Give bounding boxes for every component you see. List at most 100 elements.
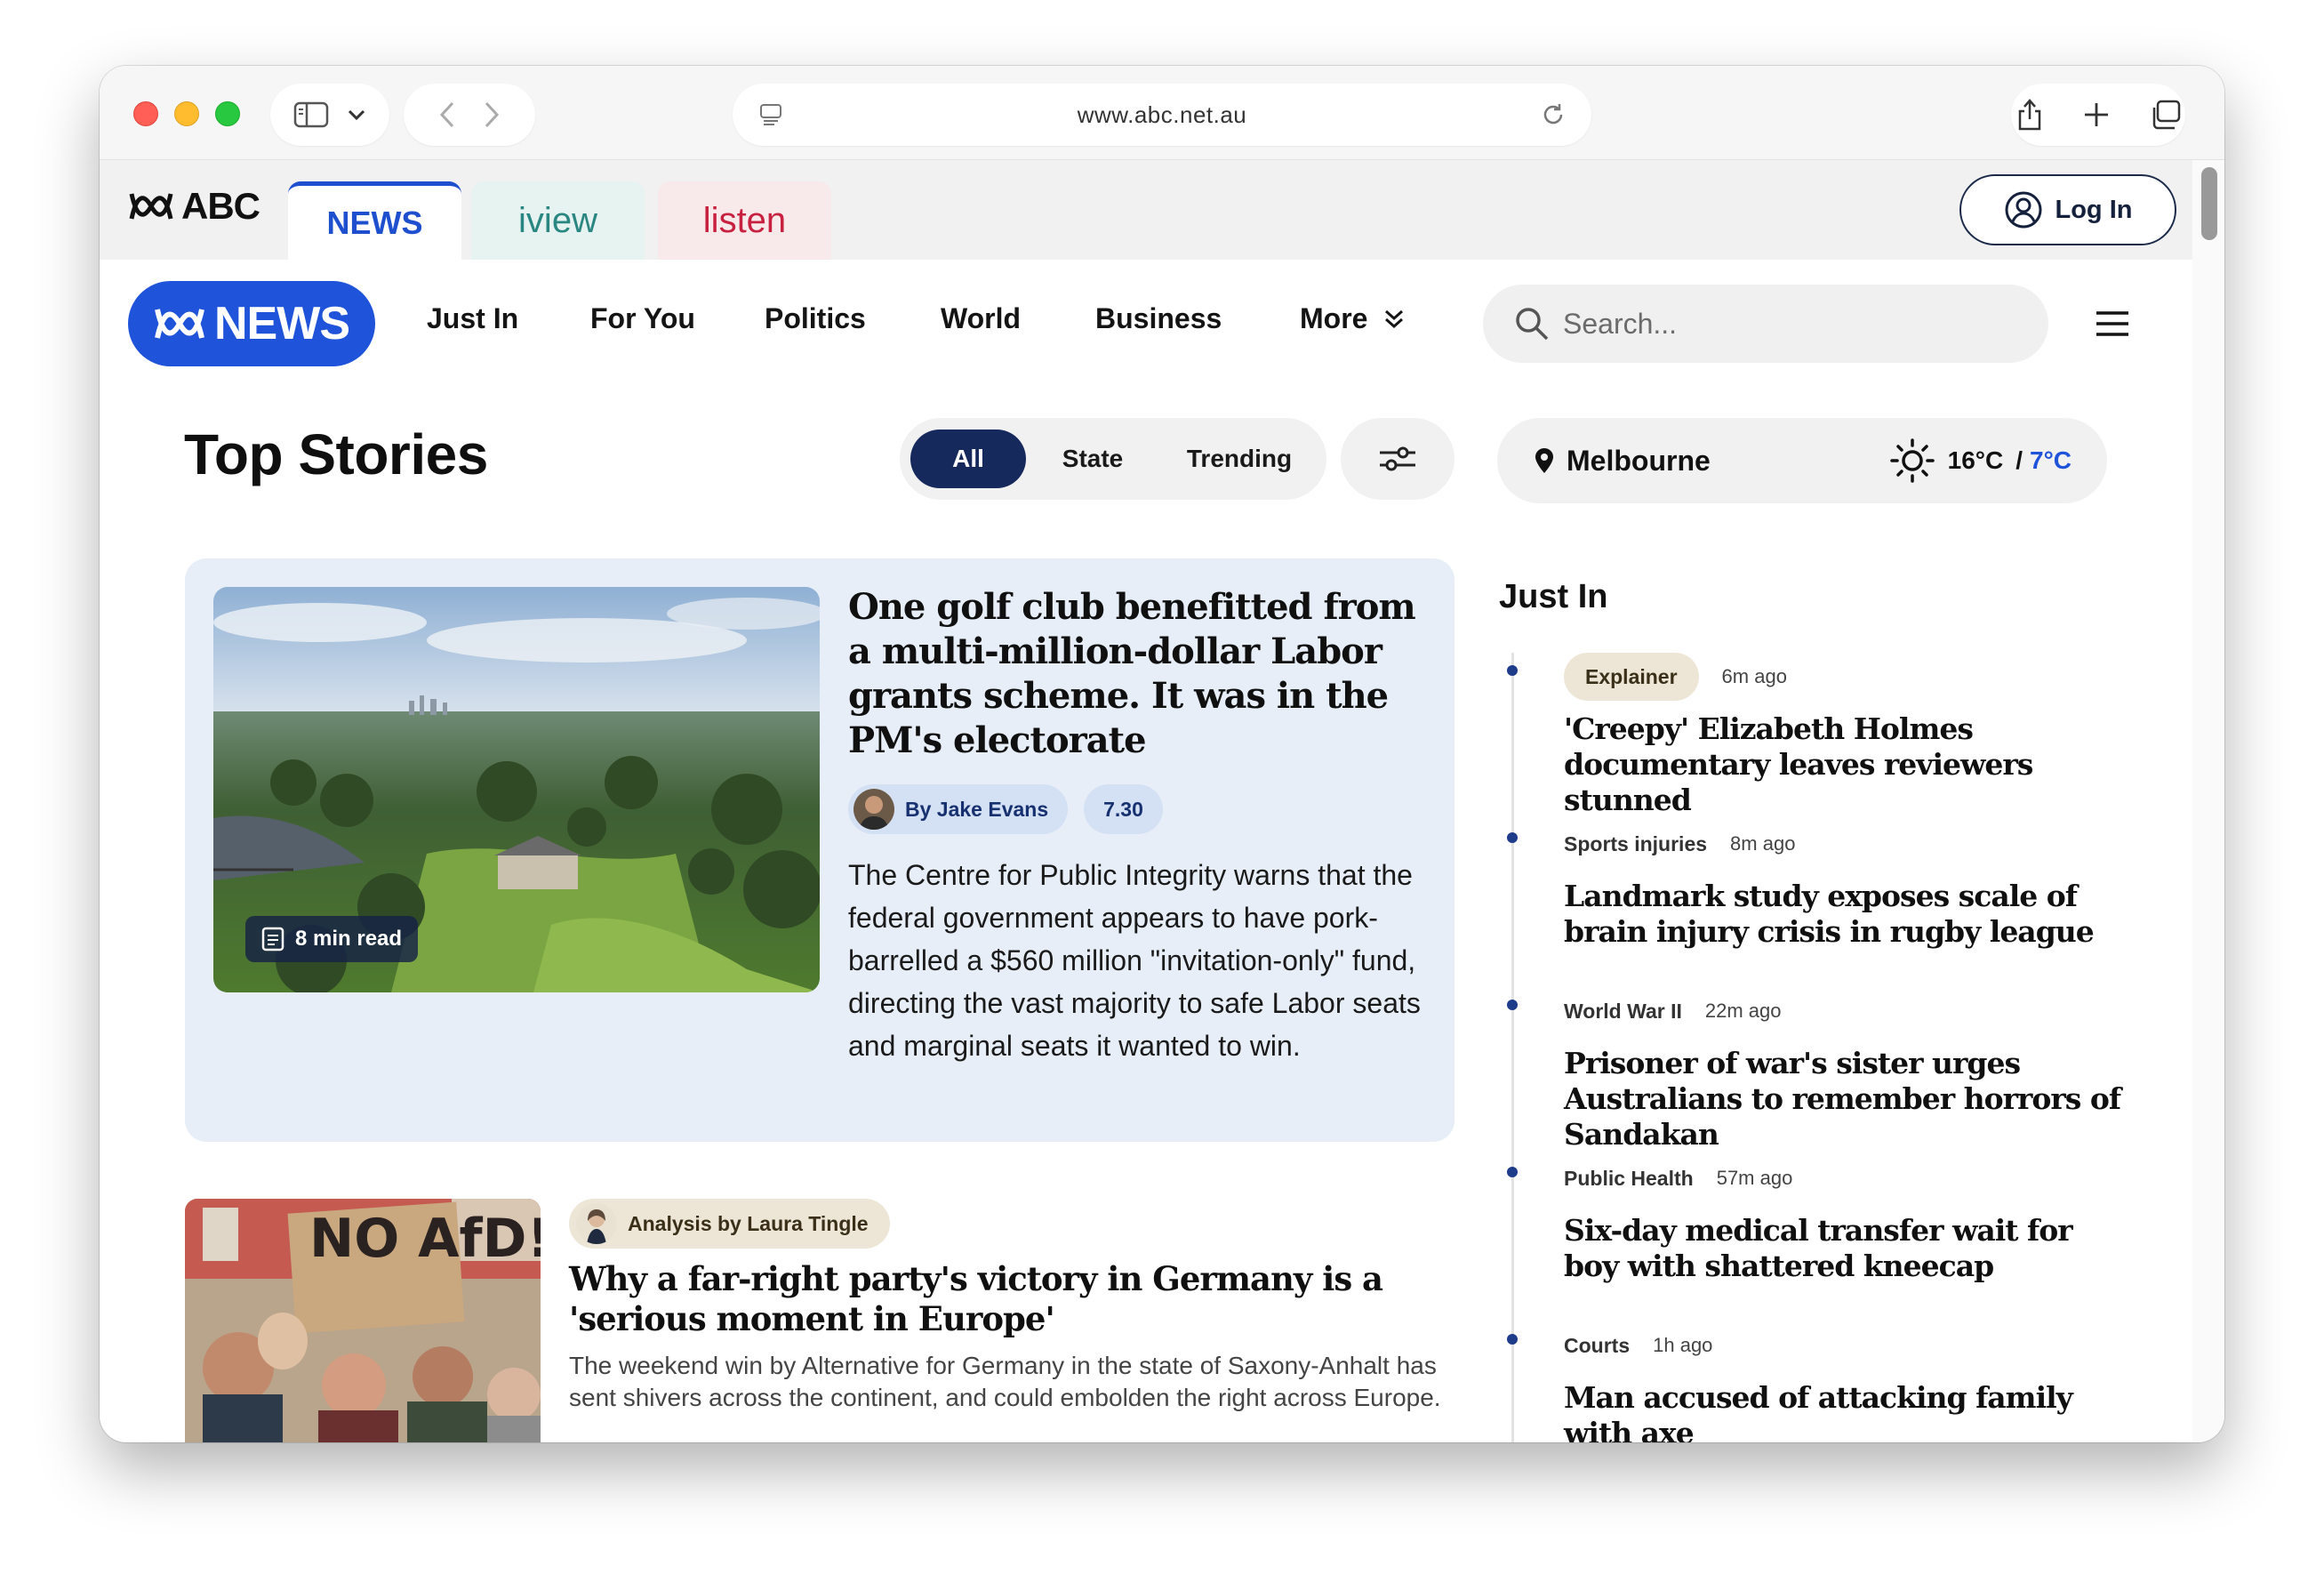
featured-story-headline[interactable]: One golf club benefitted from a multi-mi…	[848, 585, 1435, 763]
list-item[interactable]: Public Health 57m ago Six-day medical tr…	[1507, 1154, 2139, 1321]
item-tag[interactable]: World War II	[1564, 1000, 1682, 1024]
url-text: www.abc.net.au	[1077, 100, 1247, 128]
story-image-protest[interactable]: NO AfD!	[185, 1199, 541, 1442]
article-icon	[261, 927, 284, 952]
zoom-window-button[interactable]	[215, 101, 240, 126]
reload-icon[interactable]	[1540, 101, 1567, 128]
item-tag[interactable]: Sports injuries	[1564, 832, 1707, 856]
item-tag[interactable]: Explainer	[1564, 653, 1699, 701]
weather-temperature: 16°C / 7°C	[1889, 438, 2072, 484]
just-in-title: Just In	[1499, 578, 1608, 615]
filter-trending[interactable]: Trending	[1159, 430, 1319, 488]
nav-business[interactable]: Business	[1095, 302, 1222, 335]
story-filter: All State Trending	[900, 418, 1326, 500]
item-headline[interactable]: 'Creepy' Elizabeth Holmes documentary le…	[1564, 711, 2133, 818]
abc-logo-text: ABC	[181, 185, 260, 227]
item-meta: Explainer 6m ago	[1564, 653, 2139, 701]
login-label: Log In	[2055, 195, 2133, 224]
history-nav	[404, 84, 535, 146]
menu-icon[interactable]	[2095, 309, 2130, 338]
analysis-label: Analysis by Laura Tingle	[628, 1211, 869, 1235]
forward-icon[interactable]	[483, 100, 501, 129]
item-tag[interactable]: Public Health	[1564, 1167, 1694, 1191]
item-tag[interactable]: Courts	[1564, 1334, 1630, 1358]
timeline-dot	[1507, 665, 1518, 676]
abc-lissajous-icon	[155, 309, 204, 339]
protest-photo: NO AfD!	[185, 1199, 541, 1442]
nav-world[interactable]: World	[941, 302, 1021, 335]
tab-overview-icon[interactable]	[2150, 100, 2182, 130]
list-item[interactable]: Sports injuries 8m ago Landmark study ex…	[1507, 820, 2139, 987]
analysis-chip[interactable]: Analysis by Laura Tingle	[569, 1199, 890, 1249]
search-input[interactable]: Search...	[1483, 285, 2048, 363]
featured-story-summary: The Centre for Public Integrity warns th…	[848, 859, 1421, 1062]
featured-story-image[interactable]: 8 min read	[213, 587, 820, 992]
temp-low: 7°C	[2030, 446, 2072, 474]
browser-toolbar: www.abc.net.au	[100, 66, 2224, 160]
filter-all[interactable]: All	[910, 430, 1026, 488]
scrollbar[interactable]	[2192, 160, 2224, 1442]
item-headline[interactable]: Man accused of attacking family with axe	[1564, 1380, 2133, 1442]
share-icon[interactable]	[2015, 98, 2044, 132]
page-title: Top Stories	[184, 422, 488, 486]
sidebar-toggle-button[interactable]	[270, 84, 389, 146]
scrollbar-thumb[interactable]	[2201, 167, 2217, 240]
filter-settings-button[interactable]	[1341, 418, 1455, 500]
nav-for-you[interactable]: For You	[590, 302, 695, 335]
back-icon[interactable]	[438, 100, 456, 129]
temp-separator: /	[2015, 446, 2023, 474]
weather-location: Melbourne	[1535, 445, 1711, 478]
news-navigation: NEWS Just In For You Politics World Busi…	[100, 260, 2192, 386]
program-chip[interactable]: 7.30	[1084, 784, 1163, 834]
item-time: 1h ago	[1653, 1334, 1713, 1356]
sign-text: NO AfD!	[309, 1208, 541, 1270]
new-tab-icon[interactable]	[2083, 101, 2110, 128]
tab-iview[interactable]: iview	[471, 181, 645, 260]
abc-news-logo[interactable]: NEWS	[128, 281, 375, 366]
read-time-badge: 8 min read	[245, 916, 419, 962]
sun-icon	[1889, 438, 1935, 483]
author-chip[interactable]: By Jake Evans	[848, 784, 1069, 834]
nav-politics[interactable]: Politics	[765, 302, 866, 335]
tab-listen[interactable]: listen	[658, 181, 831, 260]
nav-more-label: More	[1300, 302, 1368, 334]
item-meta: World War II 22m ago	[1564, 987, 2139, 1035]
user-icon	[2005, 191, 2041, 229]
list-item[interactable]: Courts 1h ago Man accused of attacking f…	[1507, 1321, 2139, 1442]
list-item[interactable]: World War II 22m ago Prisoner of war's s…	[1507, 987, 2139, 1154]
nav-just-in[interactable]: Just In	[427, 302, 518, 335]
close-window-button[interactable]	[133, 101, 158, 126]
login-button[interactable]: Log In	[1959, 174, 2176, 245]
abc-logo[interactable]: ABC	[128, 185, 260, 228]
item-headline[interactable]: Prisoner of war's sister urges Australia…	[1564, 1046, 2133, 1152]
address-bar[interactable]: www.abc.net.au	[733, 84, 1591, 146]
list-item[interactable]: Explainer 6m ago 'Creepy' Elizabeth Holm…	[1507, 653, 2139, 820]
minimize-window-button[interactable]	[174, 101, 199, 126]
sliders-icon	[1380, 446, 1415, 471]
item-meta: Courts 1h ago	[1564, 1321, 2139, 1369]
item-time: 6m ago	[1721, 665, 1787, 687]
location-pin-icon	[1535, 448, 1553, 473]
item-headline[interactable]: Landmark study exposes scale of brain in…	[1564, 879, 2133, 950]
nav-more[interactable]: More	[1300, 302, 1405, 335]
temp-high: 16°C	[1947, 446, 2004, 474]
weather-widget[interactable]: Melbourne 16°C / 7°C	[1497, 418, 2107, 503]
timeline-dot	[1507, 832, 1518, 843]
featured-story-card[interactable]: 8 min read One golf club benefitted from…	[185, 558, 1455, 1142]
item-meta: Public Health 57m ago	[1564, 1154, 2139, 1202]
author-avatar	[576, 1203, 617, 1244]
just-in-list: Explainer 6m ago 'Creepy' Elizabeth Holm…	[1499, 653, 2139, 1442]
reader-icon[interactable]	[759, 103, 782, 126]
item-time: 57m ago	[1716, 1167, 1793, 1189]
timeline-dot	[1507, 1334, 1518, 1345]
item-headline[interactable]: Six-day medical transfer wait for boy wi…	[1564, 1213, 2133, 1284]
tab-news[interactable]: NEWS	[288, 181, 461, 260]
item-time: 22m ago	[1704, 1000, 1782, 1022]
chevron-down-icon[interactable]	[347, 108, 366, 121]
double-chevron-down-icon	[1385, 309, 1404, 328]
sidebar-icon	[293, 101, 329, 128]
timeline-dot	[1507, 1167, 1518, 1177]
story-headline[interactable]: Why a far-right party's victory in Germa…	[569, 1259, 1458, 1339]
filter-state[interactable]: State	[1026, 430, 1159, 488]
news-logo-text: NEWS	[214, 298, 350, 349]
